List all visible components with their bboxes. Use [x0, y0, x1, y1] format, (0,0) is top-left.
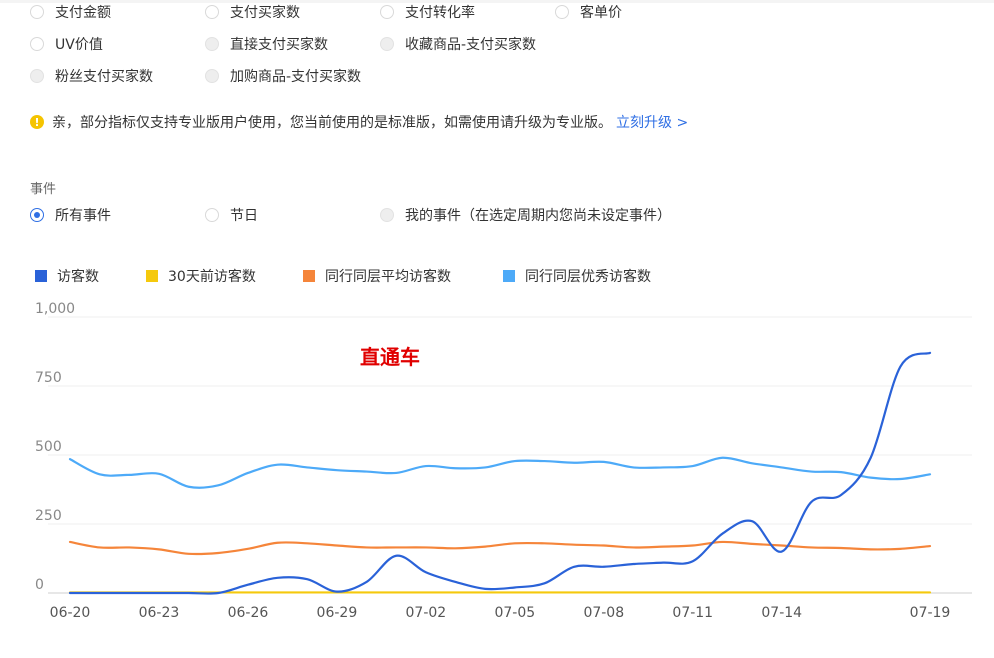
y-tick-label: 0	[35, 577, 44, 593]
x-tick-label: 06-23	[139, 605, 180, 621]
x-tick-label: 07-19	[910, 605, 951, 621]
visitor-trend-chart: 0 250 500 750 1,000 06-20 06-23 06-26 06-29 07-02…	[0, 0, 994, 658]
series-line	[70, 542, 930, 554]
y-tick-label: 250	[35, 508, 62, 524]
chart-annotation: 直通车	[360, 341, 420, 370]
x-tick-label: 06-26	[228, 605, 269, 621]
y-tick-label: 500	[35, 439, 62, 455]
series-line	[70, 353, 930, 594]
x-tick-label: 07-02	[406, 605, 447, 621]
x-tick-label: 07-14	[761, 605, 802, 621]
x-tick-label: 07-05	[494, 605, 535, 621]
series-line	[70, 458, 930, 488]
x-tick-label: 07-11	[672, 605, 713, 621]
y-tick-label: 750	[35, 370, 62, 386]
x-tick-label: 06-29	[317, 605, 358, 621]
y-tick-label: 1,000	[35, 301, 75, 317]
x-tick-label: 07-08	[583, 605, 624, 621]
x-tick-label: 06-20	[50, 605, 91, 621]
